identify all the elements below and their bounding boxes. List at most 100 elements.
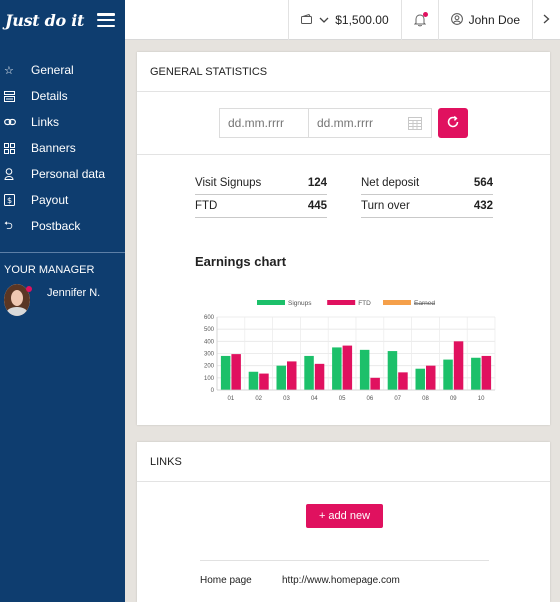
- stat-value: 432: [473, 200, 493, 212]
- x-tick-label: 03: [283, 396, 290, 402]
- link-url[interactable]: http://www.homepage.com: [282, 575, 400, 586]
- y-tick-label: 500: [204, 327, 215, 333]
- panel-title: GENERAL STATISTICS: [137, 52, 550, 92]
- postback-icon: ⮌: [4, 219, 13, 232]
- chart-bar: [443, 359, 453, 390]
- stat-value: 564: [473, 177, 493, 189]
- hamburger-menu-icon[interactable]: [97, 13, 115, 27]
- manager-card[interactable]: Jennifer N.: [0, 276, 125, 316]
- x-tick-label: 05: [339, 396, 346, 402]
- chart-bar: [471, 357, 481, 390]
- chart-bar: [259, 373, 269, 390]
- calendar-icon[interactable]: [398, 109, 431, 137]
- stat-turn-over: Turn over 432: [361, 195, 493, 218]
- stat-ftd: FTD 445: [195, 195, 327, 218]
- balance-dropdown[interactable]: $1,500.00: [288, 0, 400, 40]
- chart-bar: [220, 355, 231, 390]
- legend-swatch: [327, 300, 356, 305]
- sidebar-item-general[interactable]: ☆ General: [0, 57, 125, 83]
- stat-label: FTD: [195, 200, 218, 212]
- x-tick-label: 08: [422, 396, 429, 402]
- stat-label: Visit Signups: [195, 177, 262, 189]
- banners-icon: [4, 142, 31, 154]
- chevron-down-icon: [319, 14, 329, 26]
- link-name: Home page: [200, 575, 252, 586]
- chart-bar: [304, 355, 314, 390]
- sidebar-item-label: Banners: [31, 141, 76, 155]
- date-from-field[interactable]: [220, 109, 309, 137]
- stats-column-right: Net deposit 564 Turn over 432: [361, 172, 493, 218]
- topbar: $1,500.00 John Doe: [125, 0, 560, 40]
- sidebar: Just do it ☆ General Details Links Banne…: [0, 0, 125, 602]
- y-tick-label: 300: [204, 352, 215, 358]
- earnings-chart-svg: Signups FTD Earned 0 100 200 300 400 500 600 01 02 0…: [204, 300, 496, 402]
- y-tick-label: 600: [204, 315, 215, 321]
- chart-bar: [231, 354, 241, 390]
- x-tick-label: 01: [228, 396, 235, 402]
- x-tick-label: 10: [478, 396, 485, 402]
- x-tick-label: 04: [311, 396, 318, 402]
- notification-dot: [422, 12, 428, 17]
- sidebar-item-label: General: [31, 63, 74, 77]
- manager-name: Jennifer N.: [47, 287, 101, 299]
- manager-title: YOUR MANAGER: [4, 264, 95, 276]
- sidebar-item-personal-data[interactable]: Personal data: [0, 161, 125, 187]
- logo[interactable]: Just do it: [5, 11, 84, 30]
- stat-net-deposit: Net deposit 564: [361, 172, 493, 195]
- x-tick-label: 02: [255, 396, 262, 402]
- legend-swatch: [257, 300, 285, 305]
- stats-column-left: Visit Signups 124 FTD 445: [195, 172, 327, 218]
- chart-title: Earnings chart: [195, 254, 287, 269]
- sidebar-item-payout[interactable]: $ Payout: [0, 187, 125, 213]
- x-tick-label: 07: [394, 396, 401, 402]
- general-statistics-panel: GENERAL STATISTICS Visit Signups 124 FTD…: [137, 52, 550, 425]
- legend-swatch: [383, 300, 411, 305]
- online-status-dot: [26, 286, 32, 292]
- stats-summary: Visit Signups 124 FTD 445 Net deposit 56…: [195, 172, 493, 218]
- user-circle-icon: [450, 12, 463, 28]
- x-tick-label: 06: [367, 396, 374, 402]
- chart-bar: [398, 372, 408, 390]
- add-link-button[interactable]: + add new: [306, 504, 383, 528]
- links-divider: [200, 560, 489, 561]
- date-range-input: [219, 108, 432, 138]
- refresh-button[interactable]: [438, 108, 468, 138]
- chart-bar: [426, 365, 436, 390]
- sidebar-item-banners[interactable]: Banners: [0, 135, 125, 161]
- x-tick-label: 09: [450, 396, 457, 402]
- user-icon: [4, 168, 31, 180]
- chart-bar: [481, 355, 492, 390]
- y-tick-label: 0: [211, 388, 215, 394]
- chart-bar: [248, 371, 259, 390]
- chart-bar: [276, 365, 286, 390]
- sidebar-item-postback[interactable]: ⮌ Postback: [0, 213, 125, 239]
- y-tick-label: 400: [204, 339, 215, 345]
- chart-bar: [314, 363, 325, 390]
- stat-visit-signups: Visit Signups 124: [195, 172, 327, 195]
- chart-bar: [387, 351, 398, 390]
- stat-value: 124: [307, 177, 327, 189]
- legend-label: Signups: [288, 300, 312, 307]
- user-menu[interactable]: John Doe: [437, 0, 532, 40]
- y-tick-label: 100: [204, 376, 215, 382]
- date-to-field[interactable]: [309, 109, 398, 137]
- topbar-more-button[interactable]: [532, 0, 560, 40]
- sidebar-item-links[interactable]: Links: [0, 109, 125, 135]
- legend-label: FTD: [358, 300, 371, 307]
- legend-label: Earned: [414, 300, 435, 307]
- date-filter-row: [137, 92, 550, 155]
- y-tick-label: 200: [204, 364, 215, 370]
- notifications-button[interactable]: [400, 0, 438, 40]
- sidebar-item-label: Links: [31, 115, 60, 129]
- svg-text:$: $: [7, 196, 12, 205]
- panel-title: LINKS: [137, 442, 550, 482]
- sidebar-nav: ☆ General Details Links Banners Personal…: [0, 40, 125, 239]
- refresh-icon: [446, 115, 460, 132]
- star-icon: ☆: [4, 64, 14, 77]
- bell-icon: [413, 12, 428, 27]
- sidebar-item-label: Payout: [31, 193, 69, 207]
- chart-bar: [370, 377, 380, 390]
- sidebar-item-label: Personal data: [31, 167, 106, 181]
- sidebar-item-details[interactable]: Details: [0, 83, 125, 109]
- chart-bar: [359, 349, 370, 390]
